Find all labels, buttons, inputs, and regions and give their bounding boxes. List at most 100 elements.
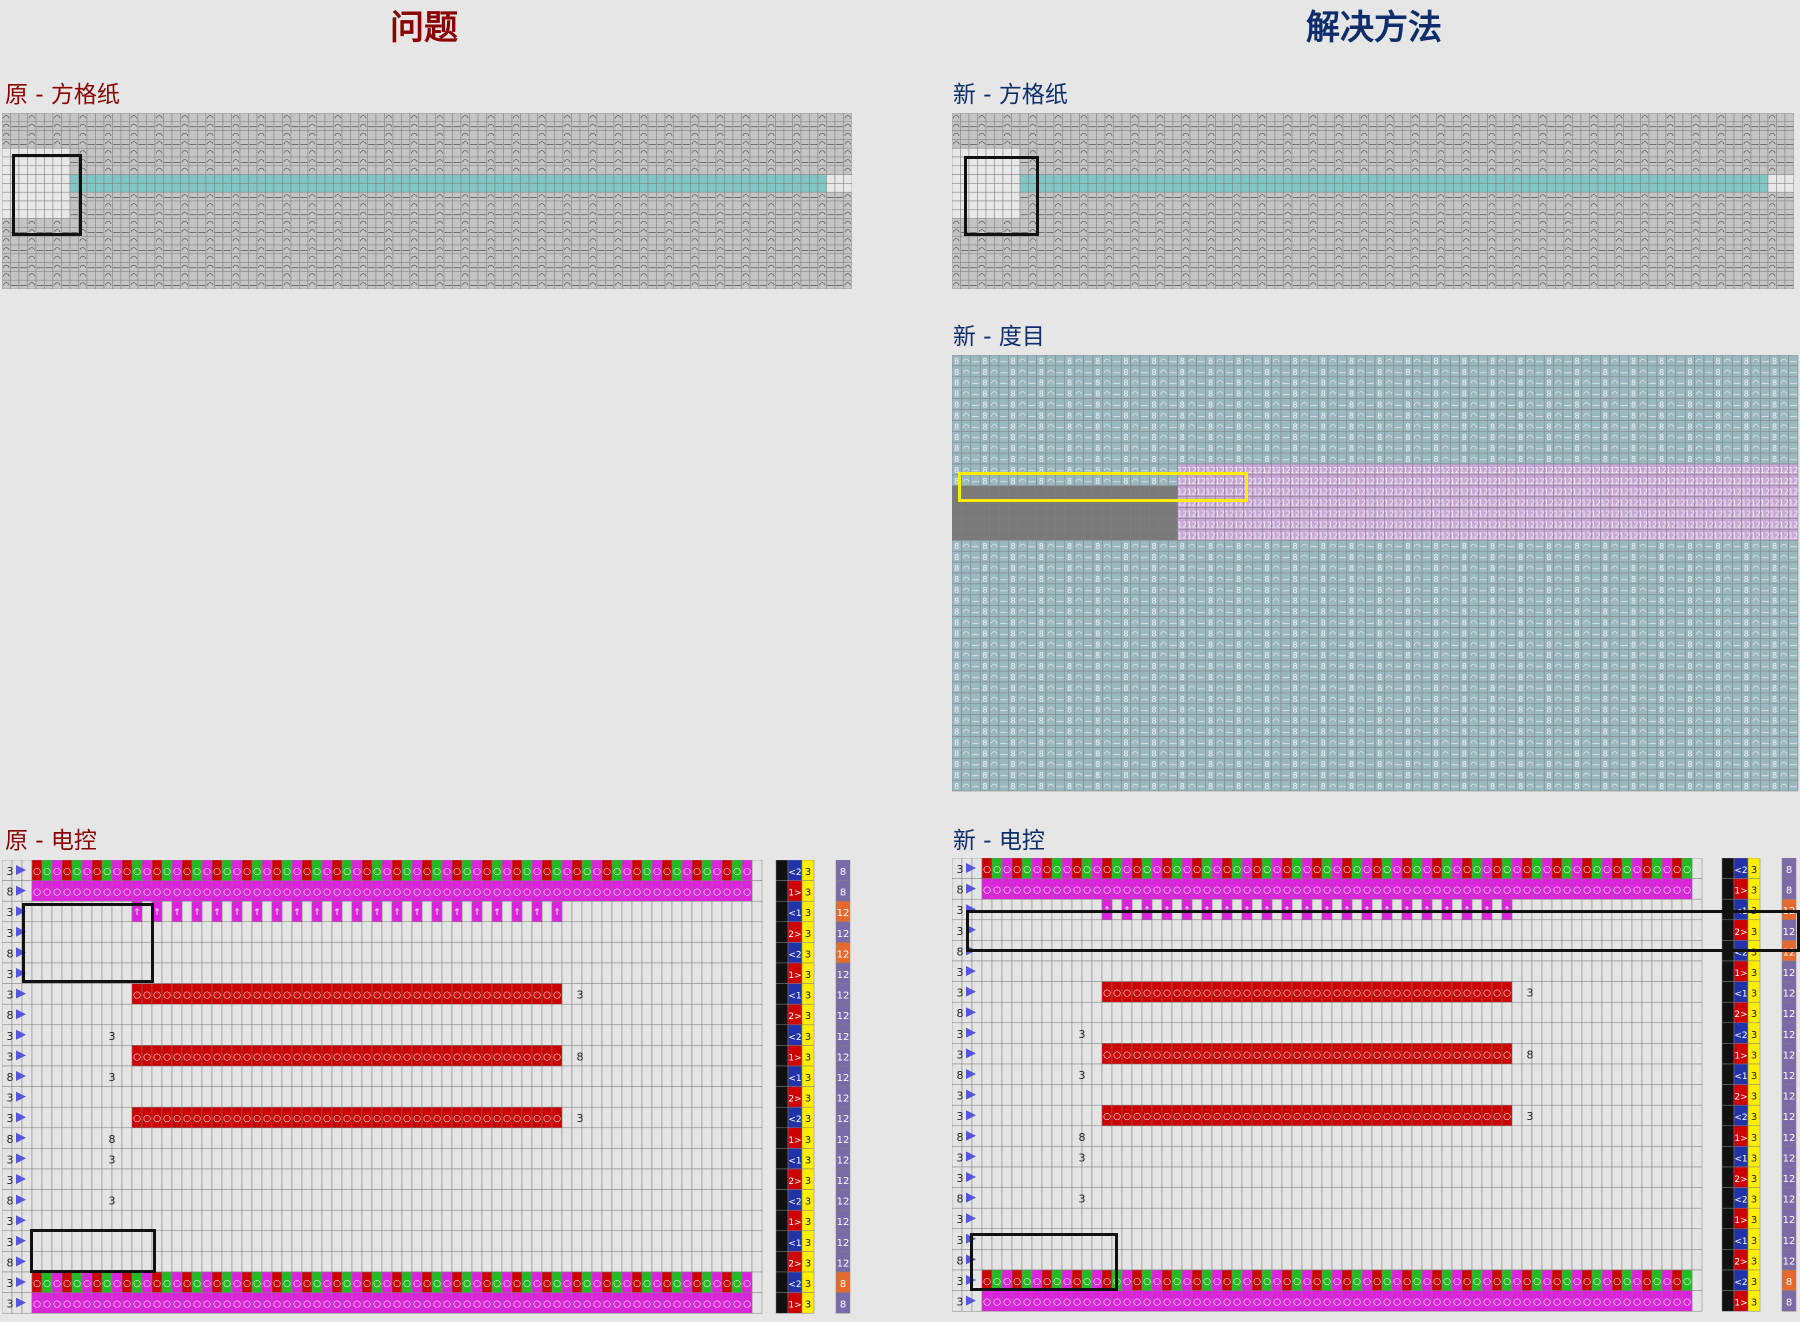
cell-symbol: ◠ <box>360 140 367 149</box>
cell-symbol: ◠ <box>1080 140 1087 149</box>
grid-cell <box>1096 183 1106 193</box>
cell-symbol: — <box>478 263 486 272</box>
grid-cell <box>622 174 632 184</box>
cell-symbol: ◠ <box>156 254 163 263</box>
cell-symbol: ◠ <box>1157 193 1164 202</box>
cell-symbol: ◠ <box>1157 149 1164 158</box>
cell-symbol: — <box>606 122 614 131</box>
grid-cell <box>758 147 768 158</box>
grid-cell <box>826 174 836 184</box>
cell-symbol: — <box>801 245 809 254</box>
cell-symbol: ◠ <box>742 122 749 131</box>
cell-symbol: — <box>223 228 231 237</box>
grid-cell <box>673 218 683 228</box>
cell-symbol: ◠ <box>309 272 316 281</box>
cell-symbol: ◠ <box>3 131 10 140</box>
cell-symbol: — <box>986 140 994 149</box>
grid-cell <box>1376 130 1386 140</box>
grid-cell <box>316 271 326 281</box>
cell-symbol: — <box>223 245 231 254</box>
grid-cell <box>698 130 708 140</box>
cell-symbol: — <box>801 263 809 272</box>
grid-cell <box>1623 200 1633 211</box>
cell-symbol: — <box>725 281 733 290</box>
grid-cell <box>1623 183 1633 193</box>
grid-cell <box>656 183 666 193</box>
cell-symbol: ◠ <box>309 237 316 246</box>
cell-symbol: ◠ <box>1667 131 1674 140</box>
cell-symbol: ◠ <box>1080 149 1087 158</box>
cell-symbol: ◠ <box>1208 166 1215 175</box>
cell-symbol: ◠ <box>615 193 622 202</box>
cell-symbol: — <box>45 263 53 272</box>
cell-symbol: ◠ <box>1259 149 1266 158</box>
new-stitch-grid[interactable]: ◠ ◠ ◠ ◠ ◠ ◠ ◠ ◠ ◠ ◠ ◠ ◠ ◠ ◠ ◠ ◠ ◠ ◠ ◠ ◠ ◠ ◠ ◠ ◠ ◠ ◠ ◠ ◠ ◠ ◠ ◠ ◠ ◠◠ — — ◠ — — ◠… <box>952 113 1800 289</box>
cell-symbol: ◠ <box>79 140 86 149</box>
cell-symbol: ◠ <box>819 166 826 175</box>
cell-symbol: — <box>725 122 733 131</box>
grid-cell <box>1708 130 1718 140</box>
cell-symbol: ◠ <box>258 157 265 166</box>
cell-symbol: — <box>1556 157 1564 166</box>
cell-symbol: ◠ <box>1208 149 1215 158</box>
grid-cell <box>1444 174 1454 184</box>
cell-symbol: — <box>1547 140 1555 149</box>
orig-stitch-grid[interactable]: ◠ ◠ ◠ ◠ ◠ ◠ ◠ ◠ ◠ ◠ ◠ ◠ ◠ ◠ ◠ ◠ ◠ ◠ ◠ ◠ ◠ ◠ ◠ ◠ ◠ ◠ ◠ ◠ ◠ ◠ ◠ ◠ ◠ ◠◠ — — ◠ — —… <box>2 113 852 289</box>
cell-symbol: — <box>835 122 843 131</box>
cell-symbol: — <box>45 140 53 149</box>
grid-cell <box>1759 165 1769 175</box>
grid-cell <box>724 218 734 228</box>
cell-symbol: — <box>164 263 172 272</box>
cell-symbol: ◠ <box>258 193 265 202</box>
grid-cell <box>1334 174 1344 184</box>
grid-cell <box>443 253 453 263</box>
cell-symbol: ◠ <box>1080 210 1087 219</box>
cell-symbol: ◠ <box>3 228 10 237</box>
cell-symbol: ◠ <box>156 237 163 246</box>
cell-symbol: ◠ <box>640 272 647 281</box>
cell-symbol: ◠ <box>105 281 112 290</box>
cell-symbol: ◠ <box>538 166 545 175</box>
cell-symbol: ◠ <box>130 263 137 272</box>
grid-cell <box>188 147 198 158</box>
cell-symbol: — <box>1063 140 1071 149</box>
cell-symbol: ◠ <box>1565 113 1572 122</box>
cell-symbol: ◠ <box>232 166 239 175</box>
grid-cell <box>426 147 436 158</box>
cell-symbol: — <box>1777 140 1785 149</box>
grid-cell <box>783 113 793 123</box>
cell-symbol: ◠ <box>334 201 341 210</box>
grid-cell <box>494 130 504 140</box>
cell-symbol: ◠ <box>953 140 960 149</box>
grid-cell <box>613 174 623 184</box>
cell-symbol: ◠ <box>232 149 239 158</box>
cell-symbol: ◠ <box>538 272 545 281</box>
cell-symbol: ◠ <box>54 113 61 122</box>
cell-symbol: — <box>87 193 95 202</box>
cell-symbol: ◠ <box>1259 193 1266 202</box>
grid-cell <box>571 174 581 184</box>
cell-symbol: — <box>784 140 792 149</box>
grid-cell <box>1419 130 1429 140</box>
cell-symbol: ◠ <box>28 122 35 131</box>
cell-symbol: — <box>1369 193 1377 202</box>
cell-symbol: — <box>402 263 410 272</box>
cell-symbol: — <box>113 263 121 272</box>
cell-symbol: ◠ <box>844 166 851 175</box>
cell-symbol: — <box>172 228 180 237</box>
cell-symbol: — <box>1088 140 1096 149</box>
cell-symbol: — <box>87 157 95 166</box>
grid-cell <box>749 271 759 281</box>
grid-cell <box>554 183 564 193</box>
grid-cell <box>137 235 147 246</box>
grid-cell <box>1512 174 1522 184</box>
cell-symbol: ◠ <box>411 272 418 281</box>
grid-cell <box>579 174 589 184</box>
grid-cell <box>171 165 181 175</box>
cell-symbol: ◠ <box>513 281 520 290</box>
grid-cell <box>171 183 181 193</box>
problem-heading: 问题 <box>390 6 458 50</box>
grid-cell <box>520 165 530 175</box>
cell-symbol: — <box>325 210 333 219</box>
grid-cell <box>1070 165 1080 175</box>
